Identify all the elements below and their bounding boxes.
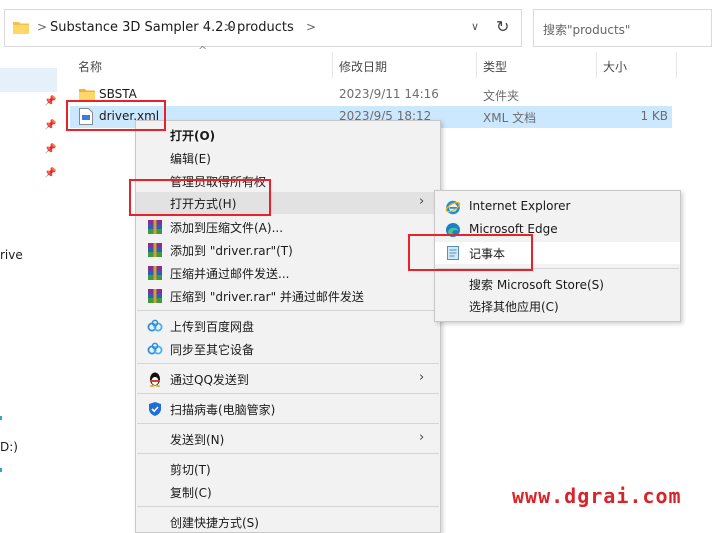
submenu-item-choose-other-app[interactable]: 选择其他应用(C): [435, 295, 680, 317]
refresh-icon[interactable]: ↻: [496, 17, 509, 36]
menu-item-compress-driver-rar-email[interactable]: 压缩到 "driver.rar" 并通过邮件发送: [136, 285, 440, 307]
file-type: XML 文档: [483, 111, 537, 125]
submenu-item-search-store[interactable]: 搜索 Microsoft Store(S): [435, 273, 680, 295]
nav-item-drive[interactable]: rive: [0, 248, 23, 262]
menu-item-cut[interactable]: 剪切(T): [136, 458, 440, 480]
menu-item-label: 发送到(N): [170, 433, 225, 447]
winrar-icon: [148, 220, 162, 234]
menu-item-label: 扫描病毒(电脑管家): [170, 403, 276, 417]
highlight-box-notepad: [408, 234, 533, 271]
menu-item-label: 同步至其它设备: [170, 343, 255, 357]
nav-item-drive-d[interactable]: D:): [0, 440, 18, 454]
breadcrumb-separator: >: [224, 20, 235, 34]
nav-expander-mark: [0, 416, 2, 420]
nav-item-selected[interactable]: [0, 68, 57, 92]
highlight-box-open-with: [129, 179, 271, 216]
address-dropdown-icon[interactable]: ∨: [471, 20, 479, 33]
menu-item-add-to-archive[interactable]: 添加到压缩文件(A)...: [136, 216, 440, 238]
menu-separator: [137, 453, 439, 454]
menu-item-copy[interactable]: 复制(C): [136, 481, 440, 503]
submenu-arrow-icon: ›: [419, 430, 425, 445]
address-bar[interactable]: > Substance 3D Sampler 4.2.0 > products …: [4, 9, 522, 47]
submenu-arrow-icon: ›: [419, 194, 425, 209]
column-divider[interactable]: [476, 52, 477, 78]
breadcrumb-sampler[interactable]: Substance 3D Sampler 4.2.0: [50, 20, 236, 35]
pin-icon: 📌: [44, 96, 57, 107]
baidu-cloud-icon: [147, 342, 163, 355]
internet-explorer-icon: [445, 200, 461, 215]
menu-separator: [137, 310, 439, 311]
file-type: 文件夹: [483, 89, 520, 103]
watermark-text: www.dgrai.com: [512, 484, 682, 508]
column-divider[interactable]: [596, 52, 597, 78]
column-header-name[interactable]: 名称: [78, 58, 102, 75]
file-date: 2023/9/11 14:16: [339, 87, 439, 101]
menu-item-label: 编辑(E): [170, 152, 211, 166]
submenu-item-label: 搜索 Microsoft Store(S): [469, 278, 604, 292]
search-input[interactable]: 搜索"products": [533, 9, 712, 47]
menu-item-label: 通过QQ发送到: [170, 373, 249, 387]
breadcrumb-separator: >: [306, 20, 317, 34]
winrar-icon: [148, 266, 162, 280]
file-size: 1 KB: [640, 109, 668, 123]
column-divider[interactable]: [676, 52, 677, 78]
pin-icon: 📌: [44, 168, 57, 179]
highlight-box-driver-xml: [66, 100, 166, 131]
qq-penguin-icon: [149, 372, 161, 387]
menu-item-label: 添加到 "driver.rar"(T): [170, 244, 293, 258]
pin-icon: 📌: [44, 120, 57, 131]
breadcrumb-separator: >: [37, 20, 48, 34]
menu-item-sync-devices[interactable]: 同步至其它设备: [136, 338, 440, 360]
menu-item-add-to-driver-rar[interactable]: 添加到 "driver.rar"(T): [136, 239, 440, 261]
nav-expander-mark: [0, 468, 2, 472]
baidu-cloud-icon: [147, 319, 163, 332]
menu-item-label: 创建快捷方式(S): [170, 516, 259, 530]
navigation-pane: 📌 📌 📌 📌 rive D:): [0, 50, 60, 533]
menu-item-label: 压缩并通过邮件发送...: [170, 267, 290, 281]
winrar-icon: [148, 289, 162, 303]
menu-separator: [137, 423, 439, 424]
menu-item-edit[interactable]: 编辑(E): [136, 147, 440, 169]
menu-item-create-shortcut[interactable]: 创建快捷方式(S): [136, 511, 440, 533]
menu-separator: [137, 393, 439, 394]
address-bar-region: > Substance 3D Sampler 4.2.0 > products …: [0, 9, 712, 49]
menu-item-label: 压缩到 "driver.rar" 并通过邮件发送: [170, 290, 364, 304]
menu-separator: [137, 506, 439, 507]
menu-item-upload-baidu[interactable]: 上传到百度网盘: [136, 315, 440, 337]
menu-item-label: 复制(C): [170, 486, 212, 500]
menu-item-scan-virus[interactable]: 扫描病毒(电脑管家): [136, 398, 440, 420]
pin-icon: 📌: [44, 144, 57, 155]
menu-item-compress-email[interactable]: 压缩并通过邮件发送...: [136, 262, 440, 284]
menu-item-label: 剪切(T): [170, 463, 211, 477]
menu-item-send-to[interactable]: 发送到(N) ›: [136, 428, 440, 450]
menu-item-send-via-qq[interactable]: 通过QQ发送到 ›: [136, 368, 440, 390]
submenu-item-internet-explorer[interactable]: Internet Explorer: [435, 196, 680, 218]
shield-icon: [149, 402, 161, 416]
submenu-arrow-icon: ›: [419, 370, 425, 385]
menu-item-label: 打开(O): [170, 129, 216, 143]
file-name: SBSTA: [99, 87, 137, 101]
menu-item-open[interactable]: 打开(O): [136, 124, 440, 146]
column-divider[interactable]: [332, 52, 333, 78]
menu-item-label: 上传到百度网盘: [170, 320, 255, 334]
menu-separator: [137, 363, 439, 364]
column-header-size[interactable]: 大小: [603, 58, 627, 75]
submenu-item-label: Internet Explorer: [469, 199, 571, 213]
column-header-type[interactable]: 类型: [483, 58, 507, 75]
column-header-date[interactable]: 修改日期: [339, 58, 387, 75]
winrar-icon: [148, 243, 162, 257]
sort-ascending-icon: ^: [198, 44, 208, 57]
folder-icon: [13, 22, 29, 34]
submenu-item-label: 选择其他应用(C): [469, 300, 559, 314]
search-placeholder: 搜索"products": [543, 23, 631, 37]
breadcrumb-products[interactable]: products: [237, 20, 294, 35]
menu-item-label: 添加到压缩文件(A)...: [170, 221, 284, 235]
